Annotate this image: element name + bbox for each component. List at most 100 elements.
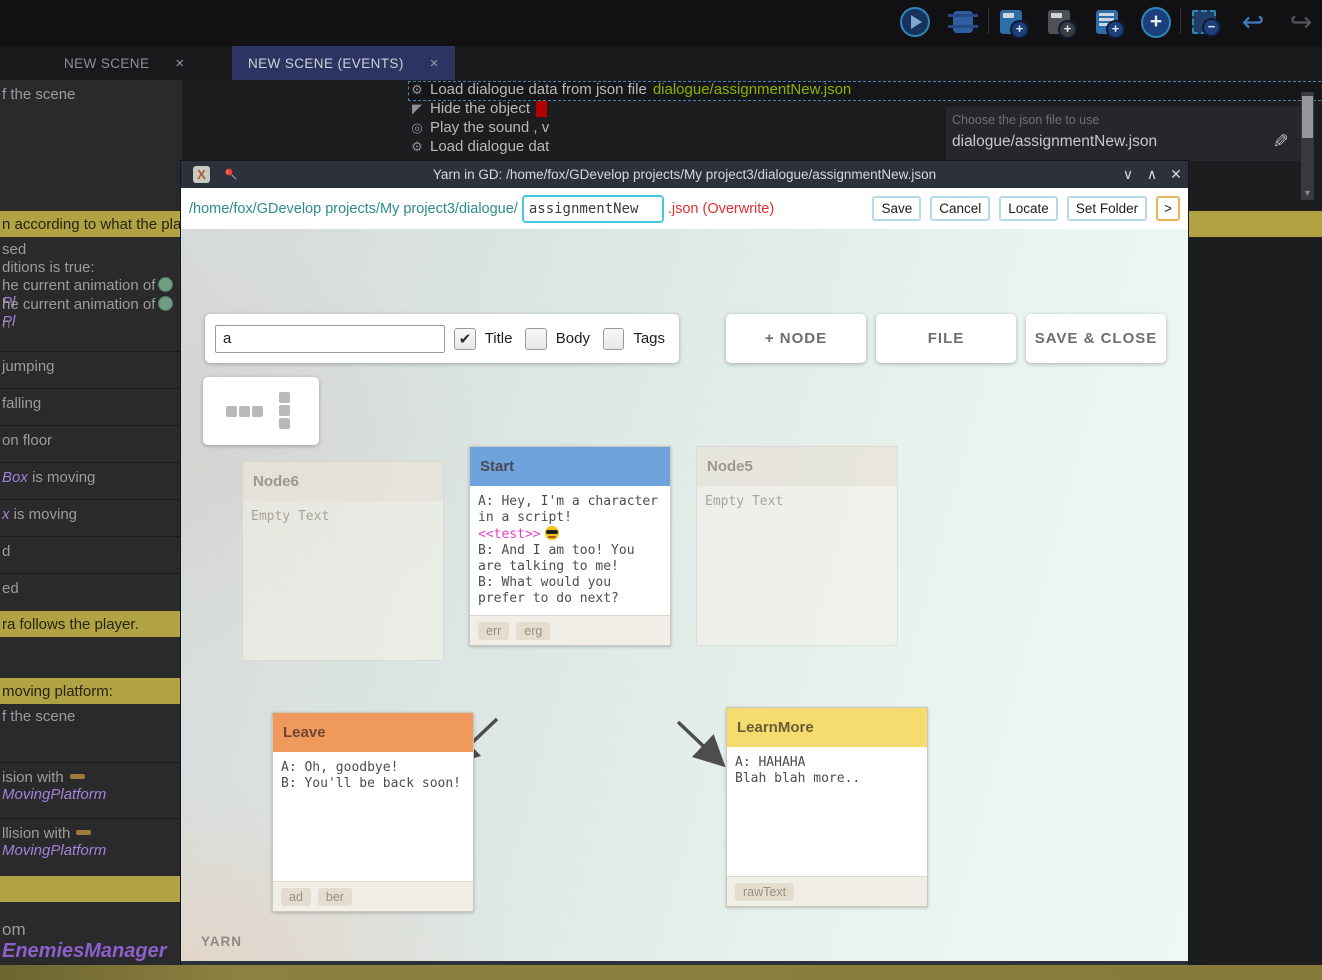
file-menu-button[interactable]: FILE bbox=[876, 314, 1016, 363]
cancel-button[interactable]: Cancel bbox=[930, 196, 990, 221]
comment-event[interactable]: ra follows the player. bbox=[0, 611, 182, 637]
add-new-icon[interactable]: + bbox=[1141, 7, 1171, 37]
event-condition[interactable]: llision withMovingPlatform bbox=[0, 818, 182, 855]
save-button[interactable]: Save bbox=[872, 196, 921, 221]
tag-chip[interactable]: ber bbox=[318, 888, 352, 906]
event-text[interactable]: ditions is true: bbox=[0, 259, 182, 276]
yarn-command: <<test>> bbox=[478, 527, 541, 542]
yarn-canvas[interactable]: ✔ Title Body Tags + NODE FILE SAVE & CLO… bbox=[181, 229, 1188, 961]
comment-event[interactable] bbox=[0, 876, 182, 902]
platform-object-icon bbox=[76, 830, 91, 835]
node-title: Node6 bbox=[243, 462, 443, 501]
comment-event[interactable]: moving platform: bbox=[0, 678, 182, 704]
event-text[interactable]: f the scene bbox=[0, 86, 182, 103]
overwrite-warning: .json (Overwrite) bbox=[668, 201, 774, 217]
deselect-icon[interactable]: − bbox=[1189, 7, 1219, 37]
event-action-load-dialogue-2[interactable]: ⚙ Load dialogue dat bbox=[410, 138, 549, 155]
layout-dot bbox=[279, 418, 290, 429]
event-action-load-dialogue[interactable]: ⚙ Load dialogue data from json file dial… bbox=[410, 81, 851, 98]
tag-chip[interactable]: err bbox=[478, 622, 509, 640]
tab-close-icon[interactable]: × bbox=[175, 55, 184, 72]
event-condition[interactable]: x is moving bbox=[0, 499, 182, 536]
event-text[interactable]: on floor bbox=[0, 425, 182, 462]
json-file-link[interactable]: dialogue/assignmentNew.json bbox=[653, 81, 851, 98]
node-tags: err erg bbox=[470, 615, 670, 645]
layout-dot bbox=[279, 392, 290, 403]
tab-new-scene[interactable]: NEW SCENE × bbox=[48, 46, 201, 80]
tab-close-icon[interactable]: × bbox=[430, 55, 439, 72]
app-icon: X bbox=[193, 166, 210, 183]
dialog-title: Yarn in GD: /home/fox/GDevelop projects/… bbox=[181, 167, 1188, 182]
event-action-hide-object[interactable]: ◤ Hide the object bbox=[410, 100, 547, 117]
event-action-play-sound[interactable]: ◎ Play the sound , v bbox=[410, 119, 549, 136]
node-tags: ad ber bbox=[273, 881, 473, 911]
yarn-node-learnmore[interactable]: LearnMore A: HAHAHA Blah blah more.. raw… bbox=[726, 707, 928, 907]
gear-icon: ⚙ bbox=[410, 82, 424, 98]
parameter-value[interactable]: dialogue/assignmentNew.json bbox=[952, 133, 1157, 151]
parameter-placeholder: Choose the json file to use bbox=[952, 113, 1099, 127]
tab-new-scene-events[interactable]: NEW SCENE (EVENTS) × bbox=[232, 46, 455, 80]
event-text[interactable]: sed bbox=[0, 241, 182, 258]
bottom-comment-bar bbox=[0, 965, 1322, 980]
yarn-node-leave[interactable]: Leave A: Oh, goodbye! B: You'll be back … bbox=[272, 712, 474, 912]
tab-label: NEW SCENE (EVENTS) bbox=[248, 56, 404, 71]
scrollbar-down-icon[interactable]: ▼ bbox=[1301, 188, 1314, 198]
window-unshade-icon[interactable]: ∧ bbox=[1140, 166, 1164, 183]
dialog-titlebar[interactable]: Yarn in GD: /home/fox/GDevelop projects/… bbox=[181, 161, 1188, 188]
event-text[interactable]: ed bbox=[0, 573, 182, 610]
flag-icon: ◤ bbox=[410, 101, 424, 117]
tag-chip[interactable]: erg bbox=[516, 622, 550, 640]
play-icon[interactable] bbox=[900, 7, 930, 37]
locate-button[interactable]: Locate bbox=[999, 196, 1058, 221]
zoom-layout-widget[interactable] bbox=[203, 377, 319, 445]
scrollbar-thumb[interactable] bbox=[1302, 96, 1313, 138]
title-checkbox[interactable]: ✔ bbox=[454, 328, 475, 350]
debug-icon[interactable] bbox=[948, 7, 978, 37]
path-prefix: /home/fox/GDevelop projects/My project3/… bbox=[189, 201, 518, 217]
tag-chip[interactable]: rawText bbox=[735, 883, 794, 901]
add-subevent-icon[interactable]: + bbox=[1044, 7, 1074, 37]
event-text[interactable]: n bbox=[0, 315, 182, 332]
node-body: Empty Text bbox=[243, 501, 443, 660]
node-title: LearnMore bbox=[727, 708, 927, 747]
tags-checkbox[interactable] bbox=[603, 328, 624, 350]
node-title: Leave bbox=[273, 713, 473, 752]
events-scrollbar[interactable]: ▼ bbox=[1301, 92, 1314, 200]
event-text[interactable]: jumping bbox=[0, 351, 182, 388]
event-text[interactable]: falling bbox=[0, 388, 182, 425]
layout-dot bbox=[279, 405, 290, 416]
filename-input[interactable] bbox=[522, 195, 664, 223]
undo-icon[interactable]: ↩ bbox=[1238, 7, 1268, 37]
add-comment-icon[interactable]: + bbox=[1092, 7, 1122, 37]
sunglasses-emoji-icon bbox=[545, 526, 559, 540]
object-thumbnail bbox=[536, 101, 547, 117]
event-text[interactable]: d bbox=[0, 536, 182, 573]
search-panel: ✔ Title Body Tags bbox=[205, 314, 679, 363]
inline-parameter-editor: Choose the json file to use dialogue/ass… bbox=[946, 107, 1301, 161]
yarn-node-node5[interactable]: Node5 Empty Text bbox=[696, 446, 898, 646]
window-close-icon[interactable]: ✕ bbox=[1164, 166, 1188, 183]
more-button[interactable]: > bbox=[1156, 196, 1180, 221]
set-folder-button[interactable]: Set Folder bbox=[1067, 196, 1147, 221]
event-condition[interactable]: om EnemiesManager bbox=[0, 920, 182, 963]
redo-icon[interactable]: ↪ bbox=[1286, 7, 1316, 37]
event-condition[interactable]: Box is moving bbox=[0, 462, 182, 499]
edit-pencil-icon[interactable]: ✎ bbox=[1268, 133, 1291, 149]
body-checkbox[interactable] bbox=[525, 328, 546, 350]
speaker-icon: ◎ bbox=[410, 120, 424, 136]
event-text[interactable]: f the scene bbox=[0, 708, 182, 725]
add-node-button[interactable]: + NODE bbox=[726, 314, 866, 363]
node-body: Empty Text bbox=[697, 486, 897, 645]
app-window: + + + + − ↩ ↪ NEW SCENE × NEW SCENE (EVE… bbox=[0, 0, 1322, 980]
save-close-button[interactable]: SAVE & CLOSE bbox=[1026, 314, 1166, 363]
search-input[interactable] bbox=[215, 325, 445, 353]
yarn-node-start[interactable]: Start A: Hey, I'm a character in a scrip… bbox=[469, 446, 671, 646]
body-checkbox-label: Body bbox=[556, 330, 590, 347]
window-shade-icon[interactable]: ∨ bbox=[1116, 166, 1140, 183]
node-title: Node5 bbox=[697, 447, 897, 486]
yarn-editor-label: YARN bbox=[201, 934, 242, 949]
yarn-node-node6[interactable]: Node6 Empty Text bbox=[242, 461, 444, 661]
event-condition[interactable]: ision withMovingPlatform bbox=[0, 762, 182, 799]
add-event-icon[interactable]: + bbox=[996, 7, 1026, 37]
tag-chip[interactable]: ad bbox=[281, 888, 311, 906]
